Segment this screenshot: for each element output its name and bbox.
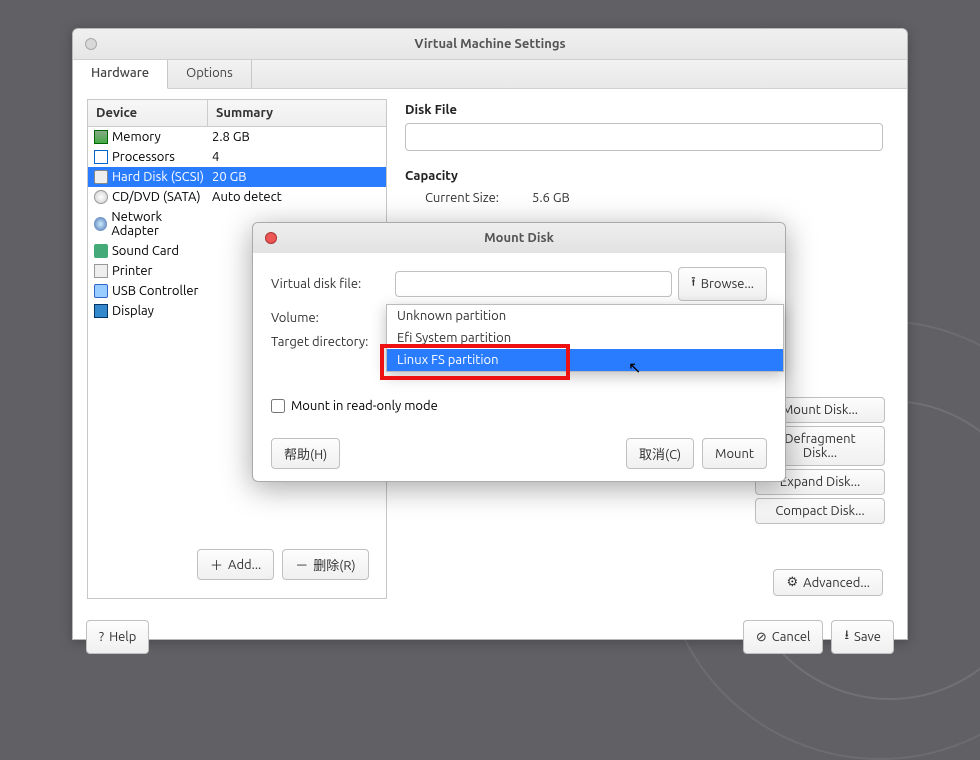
dialog-title: Mount Disk xyxy=(277,231,761,245)
compact-disk-button[interactable]: Compact Disk... xyxy=(755,498,885,524)
capacity-label: Capacity xyxy=(405,169,883,183)
current-size-value: 5.6 GB xyxy=(532,191,570,205)
dialog-help-button[interactable]: 帮助(H) xyxy=(271,438,340,469)
col-summary: Summary xyxy=(208,100,281,126)
current-size-label: Current Size: xyxy=(425,191,520,205)
tab-options[interactable]: Options xyxy=(168,60,252,88)
display-icon xyxy=(94,304,108,318)
advanced-button[interactable]: ⚙Advanced... xyxy=(773,569,883,596)
titlebar: Virtual Machine Settings xyxy=(73,29,907,59)
table-row[interactable]: Memory2.8 GB xyxy=(88,127,386,147)
table-row[interactable]: Hard Disk (SCSI)20 GB xyxy=(88,167,386,187)
disk-file-label: Disk File xyxy=(405,103,883,117)
volume-dropdown[interactable]: Unknown partition Efi System partition L… xyxy=(386,304,784,372)
dialog-close-icon[interactable] xyxy=(265,232,277,244)
minus-icon: － xyxy=(295,555,308,574)
window-close-icon[interactable] xyxy=(85,38,97,50)
readonly-label: Mount in read-only mode xyxy=(291,399,438,413)
sound-icon xyxy=(94,244,108,258)
memory-icon xyxy=(94,130,108,144)
volume-option[interactable]: Linux FS partition xyxy=(387,349,783,371)
add-button[interactable]: ＋Add... xyxy=(197,549,274,580)
cpu-icon xyxy=(94,150,108,164)
help-icon: ? xyxy=(99,630,104,644)
vdf-label: Virtual disk file: xyxy=(271,277,389,291)
dialog-mount-button[interactable]: Mount xyxy=(702,438,767,469)
dialog-cancel-button[interactable]: 取消(C) xyxy=(626,438,694,469)
help-button[interactable]: ?Help xyxy=(86,620,149,654)
tabbar: Hardware Options xyxy=(73,59,907,89)
remove-button[interactable]: －删除(R) xyxy=(282,549,368,580)
browse-button[interactable]: ⭱Browse... xyxy=(678,267,767,301)
volume-label: Volume: xyxy=(271,311,389,325)
usb-icon xyxy=(94,284,108,298)
target-dir-label: Target directory: xyxy=(271,335,389,349)
readonly-checkbox[interactable] xyxy=(271,399,285,413)
main-footer: ?Help ⊘Cancel ⭳Save xyxy=(72,610,908,664)
disk-file-input[interactable] xyxy=(405,123,883,151)
tab-hardware[interactable]: Hardware xyxy=(73,60,168,89)
volume-option[interactable]: Unknown partition xyxy=(387,305,783,327)
harddisk-icon xyxy=(94,170,108,184)
cddvd-icon xyxy=(94,190,108,204)
table-row[interactable]: Processors4 xyxy=(88,147,386,167)
cancel-icon: ⊘ xyxy=(756,630,767,645)
vdf-input[interactable] xyxy=(395,271,672,297)
window-title: Virtual Machine Settings xyxy=(97,37,883,51)
volume-option[interactable]: Efi System partition xyxy=(387,327,783,349)
cancel-button[interactable]: ⊘Cancel xyxy=(743,620,824,654)
gear-icon: ⚙ xyxy=(786,575,798,590)
download-icon: ⭳ xyxy=(844,626,849,648)
printer-icon xyxy=(94,264,108,278)
table-row[interactable]: CD/DVD (SATA)Auto detect xyxy=(88,187,386,207)
plus-icon: ＋ xyxy=(210,555,223,574)
col-device: Device xyxy=(88,100,208,126)
save-button[interactable]: ⭳Save xyxy=(831,620,894,654)
upload-icon: ⭱ xyxy=(691,273,696,295)
network-icon xyxy=(94,217,107,231)
